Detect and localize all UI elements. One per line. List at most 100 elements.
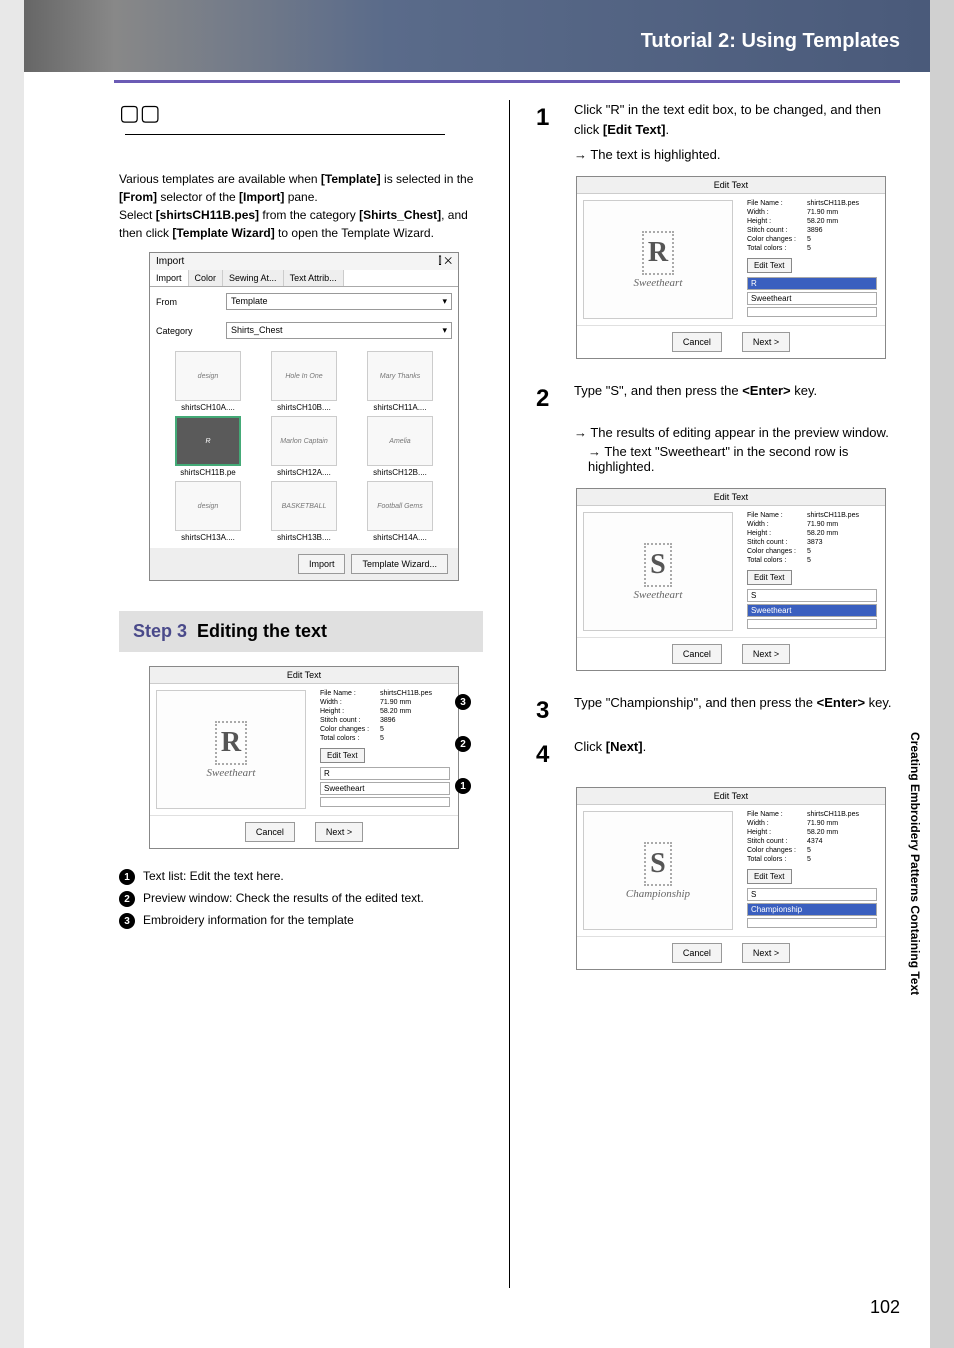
text-row-1[interactable]: S xyxy=(747,589,877,602)
v: 71.90 mm xyxy=(807,209,838,216)
text-row-2[interactable]: Sweetheart xyxy=(320,782,450,795)
thumbnail-caption: shirtsCH14A.... xyxy=(354,533,446,542)
v: 5 xyxy=(807,856,811,863)
text-row-3[interactable] xyxy=(320,797,450,807)
v: 5 xyxy=(807,245,811,252)
note-rule xyxy=(125,134,445,135)
t: to open the Template Wizard. xyxy=(275,226,434,240)
template-thumbnail[interactable]: AmeliashirtsCH12B.... xyxy=(354,416,446,477)
cancel-button[interactable]: Cancel xyxy=(245,822,295,842)
template-thumbnail[interactable]: Hole In OneshirtsCH10B.... xyxy=(258,351,350,412)
import-panel-close-icon[interactable]: ⫿ ✕ xyxy=(438,256,452,267)
tab-import[interactable]: Import xyxy=(150,270,189,286)
v: 3873 xyxy=(807,539,823,546)
k: Width : xyxy=(747,521,807,528)
dialog-info: File Name :shirtsCH11B.pes Width :71.90 … xyxy=(739,194,885,325)
header-rule xyxy=(114,80,900,83)
text-row-1[interactable]: R xyxy=(320,767,450,780)
step-number: 1 xyxy=(536,100,566,139)
thumbnail-image: BASKETBALL xyxy=(271,481,337,531)
template-thumbnail[interactable]: Football GemsshirtsCH14A.... xyxy=(354,481,446,542)
step-number: 3 xyxy=(536,693,566,729)
v: 58.20 mm xyxy=(807,530,838,537)
edit-text-dialog-a: Edit Text R Sweetheart File Name :shirts… xyxy=(576,176,886,359)
cancel-button[interactable]: Cancel xyxy=(672,943,722,963)
thumbnail-caption: shirtsCH13B.... xyxy=(258,533,350,542)
from-value: Template xyxy=(231,296,268,307)
text-row-3[interactable] xyxy=(747,307,877,317)
edit-text-dialog-b: Edit Text S Sweetheart File Name :shirts… xyxy=(576,488,886,671)
template-wizard-button[interactable]: Template Wizard... xyxy=(351,554,448,574)
chevron-down-icon: ▾ xyxy=(442,325,447,336)
dialog-preview: R Sweetheart xyxy=(156,690,306,809)
dialog-preview: R Sweetheart xyxy=(583,200,733,319)
thumbnail-image: Marlon Captain xyxy=(271,416,337,466)
v: 5 xyxy=(807,557,811,564)
tab-sewing[interactable]: Sewing At... xyxy=(223,270,284,286)
step3-heading: Step 3 Editing the text xyxy=(119,611,483,652)
text-row-2[interactable]: Sweetheart xyxy=(747,604,877,617)
step4-row: 4 Click [Next]. xyxy=(536,737,900,773)
thumbnail-caption: shirtsCH11B.pe xyxy=(162,468,254,477)
cancel-button[interactable]: Cancel xyxy=(672,644,722,664)
book-icon: ▢▢ xyxy=(119,100,161,126)
text-row-3[interactable] xyxy=(747,918,877,928)
k: Stitch count : xyxy=(320,717,380,724)
import-button[interactable]: Import xyxy=(298,554,346,574)
legend: 1Text list: Edit the text here. 2Preview… xyxy=(119,869,483,929)
legend-callout-3: 3 xyxy=(119,913,135,929)
template-thumbnail[interactable]: designshirtsCH10A.... xyxy=(162,351,254,412)
dialog-info: File Name :shirtsCH11B.pes Width :71.90 … xyxy=(312,684,458,815)
template-thumbnail[interactable]: RshirtsCH11B.pe xyxy=(162,416,254,477)
edit-text-button[interactable]: Edit Text xyxy=(747,258,792,273)
edit-text-button[interactable]: Edit Text xyxy=(747,869,792,884)
category-select[interactable]: Shirts_Chest ▾ xyxy=(226,322,452,339)
template-thumbnail[interactable]: Marlon CaptainshirtsCH12A.... xyxy=(258,416,350,477)
from-row: From Template▾ xyxy=(150,287,458,316)
next-button[interactable]: Next > xyxy=(742,644,790,664)
text-row-2[interactable]: Sweetheart xyxy=(747,292,877,305)
callout-2: 2 xyxy=(455,736,471,752)
text-row-2[interactable]: Championship xyxy=(747,903,877,916)
edit-text-dialog-c: Edit Text S Championship File Name :shir… xyxy=(576,787,886,970)
edit-text-button[interactable]: Edit Text xyxy=(320,748,365,763)
cancel-button[interactable]: Cancel xyxy=(672,332,722,352)
next-button[interactable]: Next > xyxy=(742,943,790,963)
next-button[interactable]: Next > xyxy=(742,332,790,352)
thumbnail-caption: shirtsCH11A.... xyxy=(354,403,446,412)
v: 71.90 mm xyxy=(807,521,838,528)
next-button[interactable]: Next > xyxy=(315,822,363,842)
template-thumbnail[interactable]: designshirtsCH13A.... xyxy=(162,481,254,542)
k: Total colors : xyxy=(747,245,807,252)
v: 4374 xyxy=(807,838,823,845)
k: Height : xyxy=(320,708,380,715)
thumbnail-image: Hole In One xyxy=(271,351,337,401)
preview-arc-text: Championship xyxy=(626,888,690,900)
tab-text-attrib[interactable]: Text Attrib... xyxy=(284,270,344,286)
v: 5 xyxy=(807,236,811,243)
text-rows: R Sweetheart xyxy=(320,767,450,807)
callout-marks: 3 2 1 xyxy=(455,694,471,794)
thumbnail-image: R xyxy=(175,416,241,466)
text-row-1[interactable]: S xyxy=(747,888,877,901)
text-row-3[interactable] xyxy=(747,619,877,629)
v: 5 xyxy=(380,735,384,742)
from-select[interactable]: Template▾ xyxy=(226,293,452,310)
callout-3: 3 xyxy=(455,694,471,710)
v: 71.90 mm xyxy=(380,699,411,706)
left-column: ▢▢ Various templates are available when … xyxy=(119,100,483,1288)
text-row-1[interactable]: R xyxy=(747,277,877,290)
template-thumbnail[interactable]: BASKETBALL shirtsCH13B.... xyxy=(258,481,350,542)
category-value: Shirts_Chest xyxy=(231,325,283,336)
edit-text-button[interactable]: Edit Text xyxy=(747,570,792,585)
tab-color[interactable]: Color xyxy=(189,270,224,286)
t: Type "S", and then press the xyxy=(574,383,742,398)
thumbnail-caption: shirtsCH13A.... xyxy=(162,533,254,542)
page-number: 102 xyxy=(870,1297,900,1318)
callout-1: 1 xyxy=(455,778,471,794)
template-thumbnail[interactable]: Mary ThanksshirtsCH11A.... xyxy=(354,351,446,412)
v: 5 xyxy=(807,847,811,854)
v: 3896 xyxy=(380,717,396,724)
arrow-result: The text is highlighted. xyxy=(574,147,900,162)
thumbnail-image: Amelia xyxy=(367,416,433,466)
